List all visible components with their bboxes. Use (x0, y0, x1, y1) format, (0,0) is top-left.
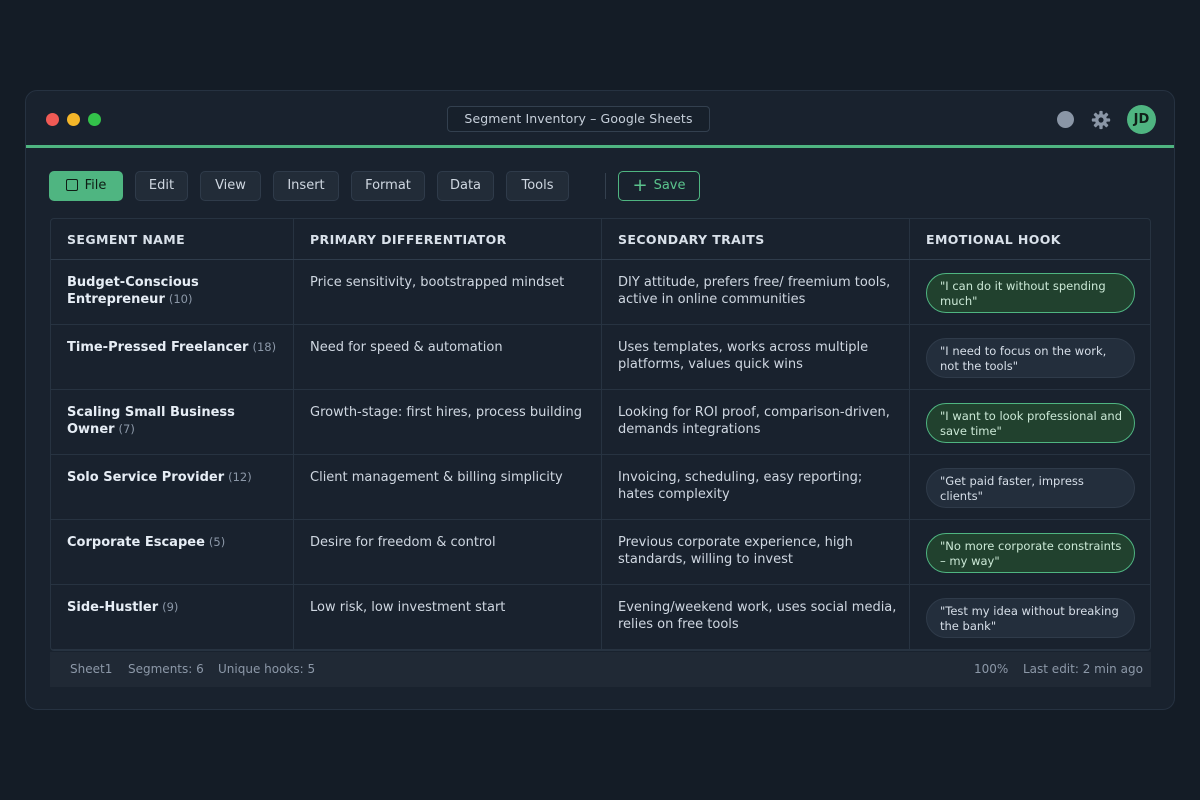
secondary-traits-cell[interactable]: DIY attitude, prefers free/ freemium too… (602, 260, 910, 324)
segment-table: SEGMENT NAME PRIMARY DIFFERENTIATOR SECO… (50, 218, 1151, 651)
view-menu-button[interactable]: View (200, 171, 261, 201)
file-menu-button[interactable]: File (49, 171, 123, 201)
segment-count: (12) (228, 470, 252, 484)
primary-differentiator-cell[interactable]: Client management & billing simplicity (294, 455, 602, 519)
emotional-hook-cell[interactable]: "Get paid faster, impress clients" (910, 455, 1150, 519)
emotional-hook-pill: "I want to look professional and save ti… (926, 403, 1135, 443)
zoom-level[interactable]: 100% (974, 662, 1008, 676)
column-header-emotional-hook[interactable]: EMOTIONAL HOOK (910, 219, 1150, 259)
last-edit-status: Last edit: 2 min ago (1023, 662, 1143, 676)
file-icon (65, 179, 78, 191)
column-header-segment-name[interactable]: SEGMENT NAME (51, 219, 294, 259)
plus-icon: + (632, 175, 648, 196)
secondary-traits-cell[interactable]: Previous corporate experience, high stan… (602, 520, 910, 584)
segment-name-cell[interactable]: Scaling Small Business Owner (7) (51, 390, 294, 454)
emotional-hook-cell[interactable]: "I can do it without spending much" (910, 260, 1150, 324)
save-label: Save (653, 178, 686, 193)
tools-menu-button[interactable]: Tools (506, 171, 569, 201)
emotional-hook-cell[interactable]: "I want to look professional and save ti… (910, 390, 1150, 454)
sheet-tab[interactable]: Sheet1 (70, 662, 112, 676)
emotional-hook-pill: "I can do it without spending much" (926, 273, 1135, 313)
save-button[interactable]: + Save (618, 171, 700, 201)
segment-name-cell[interactable]: Budget-Conscious Entrepreneur (10) (51, 260, 294, 324)
circle-icon[interactable] (1057, 111, 1074, 128)
emotional-hook-pill: "Test my idea without breaking the bank" (926, 598, 1135, 638)
toolbar: File Edit View Insert Format Data Tools … (49, 171, 1149, 201)
emotional-hook-pill: "Get paid faster, impress clients" (926, 468, 1135, 508)
table-row[interactable]: Solo Service Provider (12) Client manageme… (51, 455, 1150, 520)
title-bar: Segment Inventory – Google Sheets JD (26, 91, 1174, 148)
primary-differentiator-cell[interactable]: Low risk, low investment start (294, 585, 602, 649)
segment-count: (5) (208, 535, 226, 549)
file-label: File (84, 178, 107, 193)
primary-differentiator-cell[interactable]: Growth-stage: first hires, process build… (294, 390, 602, 454)
minimize-window-button[interactable] (67, 113, 80, 126)
table-row[interactable]: Budget-Conscious Entrepreneur (10) Price s… (51, 260, 1150, 325)
segment-count: (10) (168, 292, 193, 306)
primary-differentiator-cell[interactable]: Desire for freedom & control (294, 520, 602, 584)
emotional-hook-pill: "No more corporate constraints – my way" (926, 533, 1135, 573)
insert-menu-button[interactable]: Insert (273, 171, 339, 201)
segment-name-cell[interactable]: Solo Service Provider (12) (51, 455, 294, 519)
segment-count: (18) (252, 340, 277, 354)
table-row[interactable]: Corporate Escapee (5) Desire for freedom &… (51, 520, 1150, 585)
data-menu-button[interactable]: Data (437, 171, 494, 201)
segment-name: Time-Pressed Freelancer (67, 340, 249, 355)
close-window-button[interactable] (46, 113, 59, 126)
segment-name-cell[interactable]: Time-Pressed Freelancer (18) (51, 325, 294, 389)
segment-count: (7) (118, 422, 135, 436)
edit-menu-button[interactable]: Edit (135, 171, 188, 201)
segment-name: Corporate Escapee (67, 535, 205, 550)
format-menu-button[interactable]: Format (351, 171, 425, 201)
table-row[interactable]: Side-Hustler (9) Low risk, low investment … (51, 585, 1150, 650)
secondary-traits-cell[interactable]: Evening/weekend work, uses social media,… (602, 585, 910, 649)
segment-name: Side-Hustler (67, 600, 159, 615)
segment-count: (9) (162, 600, 179, 614)
toolbar-divider (605, 173, 606, 199)
secondary-traits-cell[interactable]: Invoicing, scheduling, easy reporting; h… (602, 455, 910, 519)
unique-hooks-count: Unique hooks: 5 (218, 662, 316, 676)
avatar[interactable]: JD (1127, 105, 1156, 134)
window-title: Segment Inventory – Google Sheets (447, 106, 710, 132)
segment-name-cell[interactable]: Side-Hustler (9) (51, 585, 294, 649)
emotional-hook-pill: "I need to focus on the work, not the to… (926, 338, 1135, 378)
emotional-hook-cell[interactable]: "I need to focus on the work, not the to… (910, 325, 1150, 389)
primary-differentiator-cell[interactable]: Need for speed & automation (294, 325, 602, 389)
app-window: Segment Inventory – Google Sheets JD Fil… (25, 90, 1175, 710)
maximize-window-button[interactable] (88, 113, 101, 126)
emotional-hook-cell[interactable]: "No more corporate constraints – my way" (910, 520, 1150, 584)
status-bar: Sheet1 Segments: 6 Unique hooks: 5 100% … (50, 652, 1151, 687)
segment-name-cell[interactable]: Corporate Escapee (5) (51, 520, 294, 584)
segments-count: Segments: 6 (128, 662, 204, 676)
column-header-secondary-traits[interactable]: SECONDARY TRAITS (602, 219, 910, 259)
segment-name: Solo Service Provider (67, 470, 225, 485)
primary-differentiator-cell[interactable]: Price sensitivity, bootstrapped mindset (294, 260, 602, 324)
table-row[interactable]: Scaling Small Business Owner (7) Growth-st… (51, 390, 1150, 455)
segment-name: Scaling Small Business Owner (67, 405, 235, 437)
emotional-hook-cell[interactable]: "Test my idea without breaking the bank" (910, 585, 1150, 649)
table-row[interactable]: Time-Pressed Freelancer (18) Need for spee… (51, 325, 1150, 390)
secondary-traits-cell[interactable]: Uses templates, works across multiple pl… (602, 325, 910, 389)
table-header-row: SEGMENT NAME PRIMARY DIFFERENTIATOR SECO… (51, 219, 1150, 260)
secondary-traits-cell[interactable]: Looking for ROI proof, comparison-driven… (602, 390, 910, 454)
gear-icon[interactable] (1090, 109, 1112, 131)
column-header-primary-differentiator[interactable]: PRIMARY DIFFERENTIATOR (294, 219, 602, 259)
